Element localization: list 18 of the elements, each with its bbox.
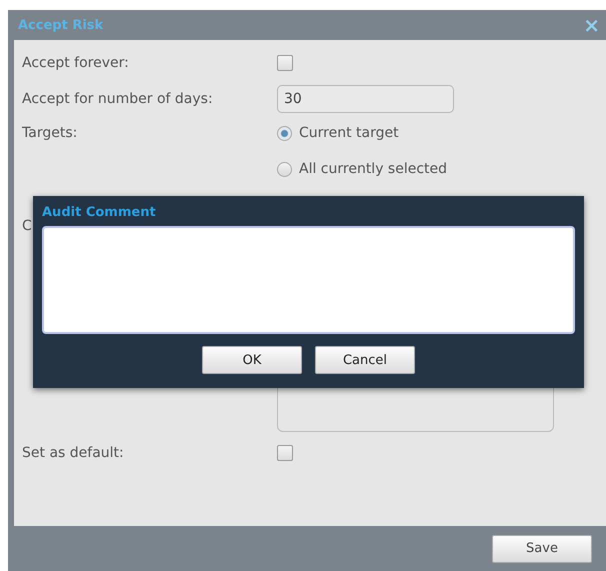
field-label: Accept for number of days:: [22, 91, 214, 107]
radio-label: Current target: [299, 125, 399, 141]
window-title: Accept Risk: [18, 18, 104, 32]
audit-comment-field[interactable]: [42, 226, 575, 334]
cancel-button[interactable]: Cancel: [315, 346, 415, 374]
checkbox[interactable]: [277, 55, 293, 71]
days-input[interactable]: 30: [277, 85, 454, 113]
field-label: Accept forever:: [22, 55, 130, 71]
radio-button[interactable]: [277, 162, 292, 176]
radio-label: All currently selected: [299, 161, 448, 177]
checkbox[interactable]: [277, 445, 293, 461]
field-label: Targets:: [22, 124, 78, 143]
dialog-title: Audit Comment: [42, 204, 157, 222]
ok-button[interactable]: OK: [202, 346, 302, 374]
field-label: Set as default:: [22, 445, 125, 461]
save-button[interactable]: Save: [492, 534, 592, 562]
field-label: C: [22, 218, 33, 234]
radio-button[interactable]: [277, 126, 292, 140]
